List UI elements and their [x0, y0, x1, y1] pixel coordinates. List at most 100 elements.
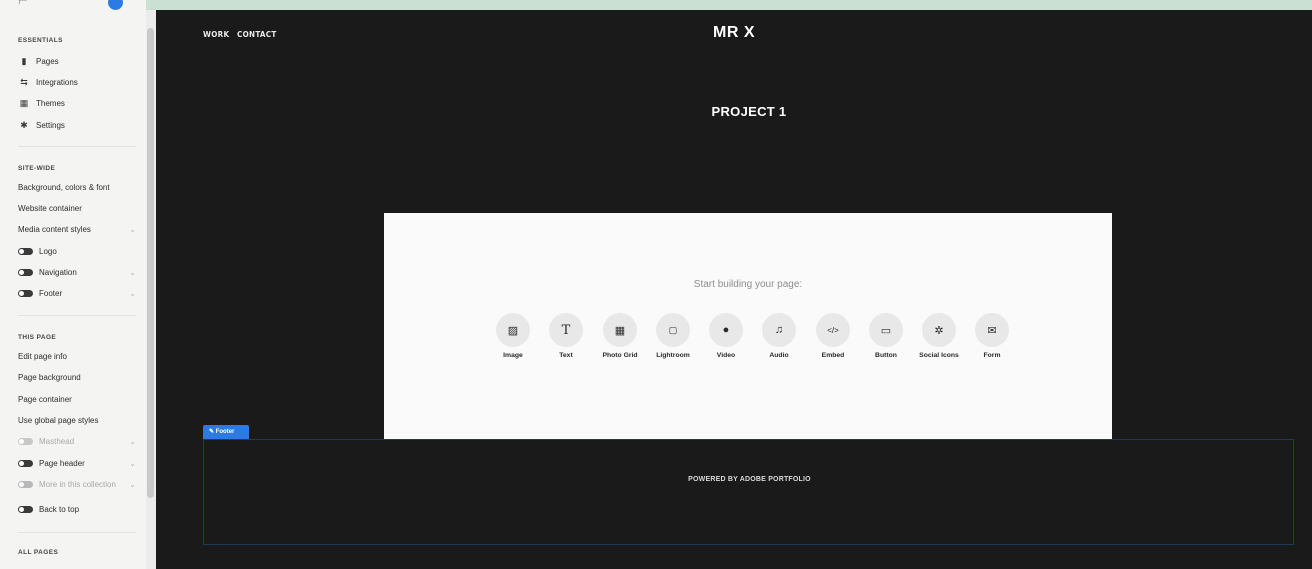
back-to-top-toggle[interactable]	[18, 506, 33, 514]
section-heading-site-wide: SITE-WIDE	[18, 165, 56, 172]
sidebar-item-pages[interactable]: ▮ Pages	[18, 53, 136, 69]
masthead-toggle[interactable]	[18, 438, 33, 446]
block-label: Photo Grid	[602, 352, 638, 359]
backdrop-top	[0, 0, 1312, 10]
chevron-down-icon[interactable]: ⌄	[129, 477, 136, 493]
play-icon: ●	[722, 324, 730, 336]
footer-toggle[interactable]	[18, 290, 33, 298]
themes-icon: ▦	[19, 98, 29, 108]
sidebar-item-label: Edit page info	[18, 352, 67, 361]
sidebar-item-edit-page-info[interactable]: Edit page info	[18, 349, 136, 365]
page-canvas: WORK CONTACT MR X PROJECT 1 Start buildi…	[156, 10, 1312, 569]
add-embed-block-button[interactable]: </> Embed	[811, 313, 855, 369]
sidebar-item-label: Media content styles	[18, 225, 91, 234]
block-label: Text	[559, 352, 573, 359]
sidebar-item-label: Pages	[36, 57, 59, 66]
button-icon: ▭	[880, 324, 892, 337]
block-label: Image	[503, 352, 523, 359]
integrations-icon: ⇆	[20, 77, 28, 87]
sidebar-item-label: Integrations	[36, 78, 78, 87]
sidebar-item-label: Logo	[39, 247, 57, 256]
divider	[18, 146, 136, 147]
add-social-icons-block-button[interactable]: ✲ Social Icons	[917, 313, 961, 369]
divider	[18, 315, 136, 316]
footer-credit: POWERED BY ADOBE PORTFOLIO	[688, 476, 811, 483]
sidebar-item-background-colors-font[interactable]: Background, colors & font	[18, 180, 136, 196]
block-picker: ▨ Image T Text ▦ Photo Grid ▢ Lightroom …	[491, 313, 1009, 373]
footer-edit-tag[interactable]: ✎ Footer	[203, 425, 249, 439]
project-title[interactable]: PROJECT 1	[156, 104, 1312, 119]
sidebar-item-media-content-styles[interactable]: Media content styles ⌄	[18, 222, 136, 238]
notification-badge[interactable]	[108, 0, 123, 10]
sidebar-item-more-in-this-collection[interactable]: More in this collection ⌄	[18, 477, 136, 493]
music-note-icon: ♫	[774, 324, 784, 336]
sidebar-item-label: Page header	[39, 459, 85, 468]
sidebar-item-label: Background, colors & font	[18, 183, 110, 192]
add-lightroom-block-button[interactable]: ▢ Lightroom	[651, 313, 695, 369]
add-audio-block-button[interactable]: ♫ Audio	[757, 313, 801, 369]
logo-toggle[interactable]	[18, 248, 33, 256]
sidebar-item-label: Footer	[39, 289, 63, 298]
content-builder-panel: Start building your page: ▨ Image T Text…	[384, 213, 1112, 439]
envelope-icon: ✉	[987, 324, 997, 337]
sidebar-item-label: Page background	[18, 373, 81, 382]
photo-grid-icon: ▦	[614, 324, 626, 337]
block-label: Button	[875, 352, 897, 359]
sidebar-scrollbar-thumb[interactable]	[147, 28, 154, 498]
footer-tag-label: Footer	[215, 429, 235, 435]
sidebar-item-label: Navigation	[39, 268, 77, 277]
sidebar-item-label: Settings	[36, 121, 65, 130]
section-heading-essentials: ESSENTIALS	[18, 37, 63, 44]
page-icon: ▮	[21, 56, 27, 66]
more-in-collection-toggle[interactable]	[18, 481, 33, 489]
block-label: Video	[716, 352, 736, 359]
sidebar-item-back-to-top[interactable]: Back to top	[18, 502, 136, 518]
sidebar-item-website-container[interactable]: Website container	[18, 201, 136, 217]
sidebar-item-themes[interactable]: ▦ Themes	[18, 95, 136, 111]
chevron-down-icon[interactable]: ⌄	[129, 456, 136, 472]
add-video-block-button[interactable]: ● Video	[704, 313, 748, 369]
sidebar-item-page-background[interactable]: Page background	[18, 370, 136, 386]
chevron-down-icon[interactable]: ⌄	[129, 286, 136, 302]
social-icon: ✲	[934, 324, 944, 337]
chevron-down-icon[interactable]: ⌄	[129, 434, 136, 450]
sidebar-item-page-container[interactable]: Page container	[18, 392, 136, 408]
navigation-toggle[interactable]	[18, 269, 33, 277]
sidebar-item-label: Masthead	[39, 437, 75, 446]
sidebar-item-settings[interactable]: ✱ Settings	[18, 117, 136, 133]
sidebar-item-label: More in this collection	[39, 480, 116, 489]
sidebar-item-logo[interactable]: Logo	[18, 244, 136, 260]
builder-prompt: Start building your page:	[693, 279, 803, 290]
footer-section[interactable]: POWERED BY ADOBE PORTFOLIO	[203, 439, 1294, 545]
block-label: Embed	[821, 352, 845, 359]
block-label: Form	[983, 352, 1001, 359]
page-header-toggle[interactable]	[18, 460, 33, 468]
block-label: Lightroom	[656, 352, 690, 359]
code-icon: </>	[827, 325, 839, 335]
sidebar-item-integrations[interactable]: ⇆ Integrations	[18, 74, 136, 90]
sidebar-item-navigation[interactable]: Navigation ⌄	[18, 265, 136, 281]
editor-sidebar: ⊢ ESSENTIALS ▮ Pages ⇆ Integrations ▦ Theme…	[0, 0, 146, 569]
add-photo-grid-block-button[interactable]: ▦ Photo Grid	[598, 313, 642, 369]
add-form-block-button[interactable]: ✉ Form	[970, 313, 1014, 369]
divider	[18, 532, 136, 533]
collapse-icon[interactable]: ⊢	[18, 0, 28, 7]
sidebar-item-page-header[interactable]: Page header ⌄	[18, 456, 136, 472]
site-title[interactable]: MR X	[156, 24, 1312, 42]
section-heading-this-page: THIS PAGE	[18, 334, 57, 341]
lightroom-icon: ▢	[668, 324, 678, 335]
add-button-block-button[interactable]: ▭ Button	[864, 313, 908, 369]
section-heading-all-pages: ALL PAGES	[18, 549, 59, 556]
add-image-block-button[interactable]: ▨ Image	[491, 313, 535, 369]
text-icon: T	[561, 322, 571, 338]
image-icon: ▨	[507, 324, 519, 337]
sidebar-item-use-global-page-styles[interactable]: Use global page styles	[18, 413, 136, 429]
add-text-block-button[interactable]: T Text	[544, 313, 588, 369]
chevron-down-icon[interactable]: ⌄	[129, 265, 136, 281]
pencil-icon: ✎	[209, 429, 215, 435]
sidebar-item-footer[interactable]: Footer ⌄	[18, 286, 136, 302]
sidebar-item-label: Back to top	[39, 505, 80, 514]
sidebar-item-label: Themes	[36, 99, 65, 108]
chevron-down-icon[interactable]: ⌄	[129, 222, 136, 238]
sidebar-item-masthead[interactable]: Masthead ⌄	[18, 434, 136, 450]
